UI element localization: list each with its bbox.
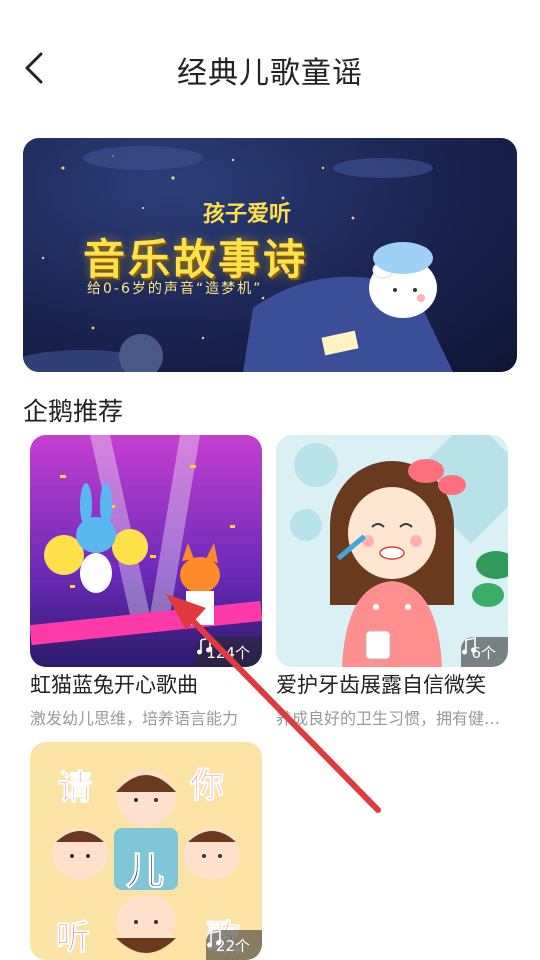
card-description: 养成良好的卫生习惯，拥有健康牙齿 (276, 709, 508, 728)
section-title: 企鹅推荐 (23, 397, 124, 426)
card-thumbnail: 请 你 儿 听 歌 22个 (30, 742, 262, 960)
music-note-icon (197, 637, 212, 655)
card-teeth-care[interactable]: 6个 爱护牙齿展露自信微笑 养成良好的卫生习惯，拥有健康牙齿 (276, 435, 508, 729)
music-note-icon (462, 637, 477, 655)
card-description: 激发幼儿思维，培养语言能力 (30, 709, 239, 728)
art-char-2: 你 (190, 766, 225, 807)
art-char-3: 儿 (125, 849, 165, 894)
page-title: 经典儿歌童谣 (177, 56, 363, 91)
art-char-1: 请 (58, 768, 93, 809)
banner-tagline: 给0-6岁的声音“造梦机” (87, 281, 263, 297)
music-note-icon (206, 930, 221, 948)
banner-brand: 孩子爱听 (203, 202, 292, 227)
card-thumbnail: 6个 (276, 435, 508, 667)
card-hongmao-lantu[interactable]: 124个 虹猫蓝兔开心歌曲 激发幼儿思维，培养语言能力 (30, 435, 262, 729)
card-title: 虹猫蓝兔开心歌曲 (30, 673, 198, 697)
card-please-listen[interactable]: 请 你 儿 听 歌 22个 (30, 742, 262, 960)
track-count-badge: 6个 (461, 637, 508, 667)
header: 经典儿歌童谣 (0, 0, 540, 138)
art-char-4: 听 (56, 918, 91, 959)
track-count-badge: 124个 (196, 637, 262, 667)
banner[interactable]: 孩子爱听 音乐故事诗 给0-6岁的声音“造梦机” (23, 138, 517, 372)
card-thumbnail: 124个 (30, 435, 262, 667)
track-count: 124个 (206, 643, 250, 662)
card-title: 爱护牙齿展露自信微笑 (276, 673, 486, 697)
track-count-badge: 22个 (205, 930, 262, 960)
